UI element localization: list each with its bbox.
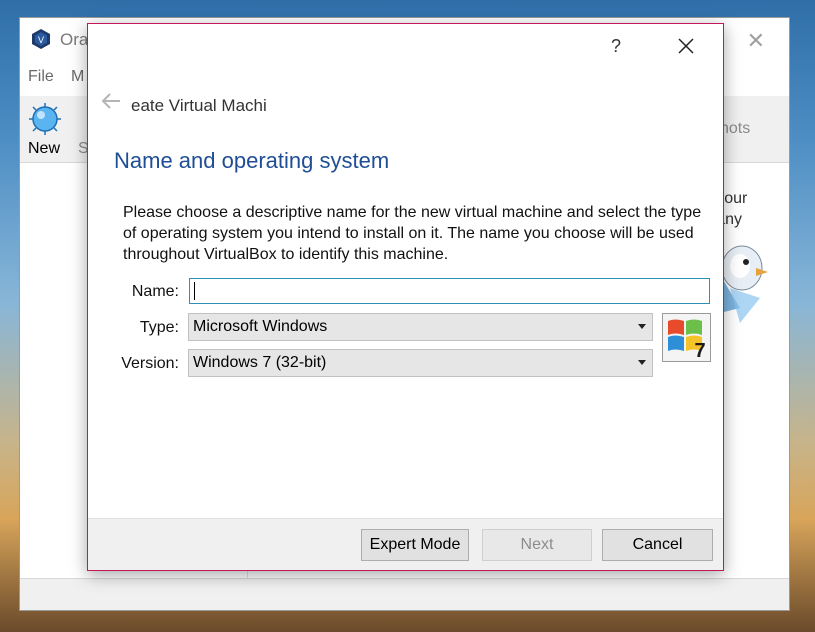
expert-mode-button[interactable]: Expert Mode [361,529,469,561]
close-icon[interactable] [674,34,698,58]
windows-7-icon: 7 [662,313,711,362]
manager-statusbar [20,578,789,610]
type-select[interactable]: Microsoft Windows [188,313,653,341]
next-button[interactable]: Next [482,529,592,561]
create-vm-dialog: ? eate Virtual Machi Name and operating … [87,23,724,571]
cancel-button[interactable]: Cancel [602,529,713,561]
chevron-down-icon [638,324,646,329]
help-button[interactable]: ? [611,36,621,57]
version-select[interactable]: Windows 7 (32-bit) [188,349,653,377]
manager-title: Ora [60,30,89,49]
new-button-label[interactable]: New [28,140,60,158]
new-machine-icon[interactable] [28,102,62,136]
version-select-value: Windows 7 (32-bit) [193,354,327,371]
svg-text:7: 7 [694,340,705,362]
menu-machine[interactable]: M [71,68,84,86]
manager-close-icon[interactable]: ✕ [747,28,765,54]
svg-text:V: V [38,35,44,45]
back-arrow-icon[interactable] [100,92,122,110]
type-label: Type: [139,319,179,336]
dialog-title: eate Virtual Machi [131,96,267,115]
type-select-value: Microsoft Windows [193,318,328,335]
text-caret [194,282,195,300]
virtualbox-logo-icon: V [32,29,50,49]
name-label: Name: [131,283,179,300]
snapshots-tab-label[interactable]: hots [720,120,750,138]
menu-file[interactable]: File [28,68,54,86]
dialog-button-bar: Expert Mode Next Cancel [88,518,723,570]
chevron-down-icon [638,360,646,365]
version-label: Version: [121,355,179,372]
page-description: Please choose a descriptive name for the… [123,204,702,263]
page-heading: Name and operating system [114,148,390,173]
name-field[interactable] [189,278,710,304]
